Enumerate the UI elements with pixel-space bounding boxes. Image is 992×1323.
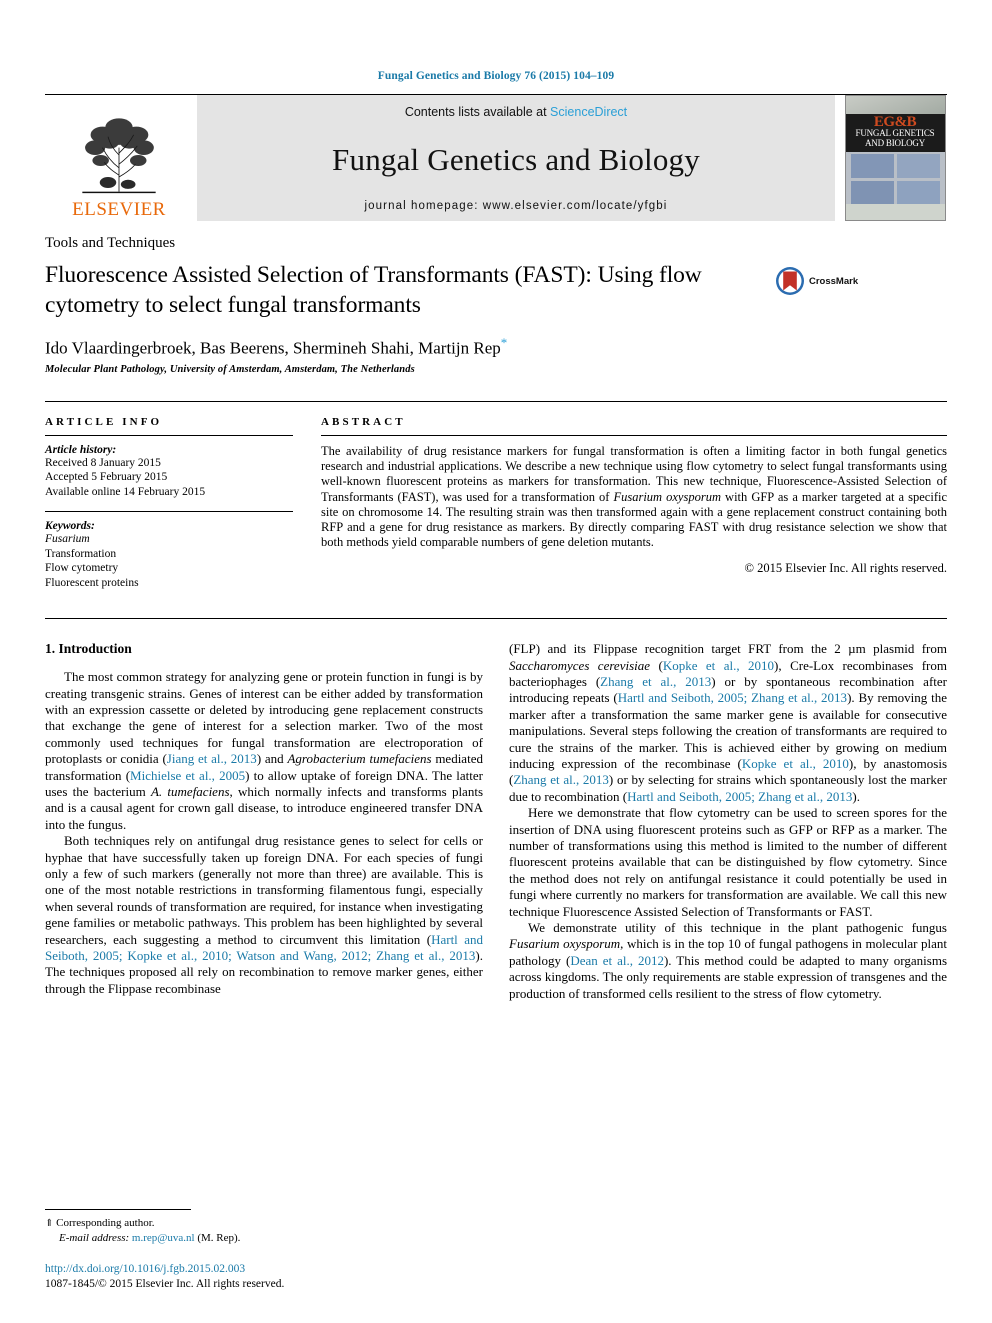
keyword-item: Flow cytometry [45,562,119,575]
corresponding-text: Corresponding author. [56,1217,155,1229]
affiliation: Molecular Plant Pathology, University of… [45,363,415,375]
doi-block: http://dx.doi.org/10.1016/j.fgb.2015.02.… [45,1262,479,1291]
text-run: We demonstrate utility of this technique… [528,920,947,936]
history-available-online: Available online 14 February 2015 [45,485,206,498]
text-run: ) and [256,751,288,767]
abstract-copyright: © 2015 Elsevier Inc. All rights reserved… [744,560,947,575]
citation-link[interactable]: Kopke et al., 2010 [663,658,774,673]
abstract-species-name: Fusarium oxysporum [613,489,721,504]
abstract-heading: ABSTRACT [321,415,406,428]
cover-title-band: EG&B FUNGAL GENETICS AND BIOLOGY [845,114,945,152]
contents-prefix: Contents lists available at [404,105,551,119]
citation-link[interactable]: Hartl and Seiboth, 2005; Zhang et al., 2… [618,690,847,705]
citation-link[interactable]: Jiang et al., 2013 [167,751,257,766]
author-list: Ido Vlaardingerbroek, Bas Beerens, Sherm… [45,335,947,359]
footnote-rule [45,1209,191,1210]
article-history-label: Article history: [45,443,117,456]
article-info-heading: ARTICLE INFO [45,415,163,428]
section-heading-introduction: 1. Introduction [45,641,132,657]
running-head: Fungal Genetics and Biology 76 (2015) 10… [377,70,615,82]
email-note: E-mail address: m.rep@uva.nl (M. Rep). [45,1231,479,1245]
footnote-area: ⇑ Corresponding author. E-mail address: … [45,1209,479,1291]
text-run: ). [852,788,860,804]
info-abstract-block: ARTICLE INFO Article history: Received 8… [45,400,947,591]
citation-link[interactable]: Zhang et al., 2013 [600,674,711,689]
corresponding-marker: ⇑ [45,1218,54,1229]
email-suffix: (M. Rep). [197,1232,241,1244]
citation-link[interactable]: Michielse et al., 2005 [130,768,245,783]
text-run: Both techniques rely on antifungal drug … [45,833,483,947]
abstract-column: ABSTRACT The availability of drug resist… [321,416,947,591]
keyword-item: Fusarium [45,533,90,546]
journal-cover-thumbnail: EG&B FUNGAL GENETICS AND BIOLOGY [844,95,946,221]
body-column-right: (FLP) and its Flippase recognition targe… [509,641,947,1002]
cover-line-2: AND BIOLOGY [864,137,926,148]
cover-image-grid [850,154,940,204]
article-page: Fungal Genetics and Biology 76 (2015) 10… [0,0,992,1323]
cover-logo-text: EG&B [873,114,917,130]
text-run: ( [650,657,663,673]
body-column-left: 1. Introduction The most common strategy… [45,641,483,1002]
title-row: Fluorescence Assisted Selection of Trans… [45,260,947,320]
citation-link[interactable]: Dean et al., 2012 [570,953,664,968]
keyword-item: Fluorescent proteins [45,576,139,589]
contents-available-line: Contents lists available at ScienceDirec… [405,105,627,119]
body-columns: 1. Introduction The most common strategy… [45,618,947,1002]
sciencedirect-link[interactable]: ScienceDirect [550,105,627,119]
email-link[interactable]: m.rep@uva.nl [132,1232,195,1244]
species-name: Saccharomyces cerevisiae [509,657,651,673]
author-names: Ido Vlaardingerbroek, Bas Beerens, Sherm… [45,338,501,358]
article-info-column: ARTICLE INFO Article history: Received 8… [45,416,293,591]
paragraph: We demonstrate utility of this technique… [509,920,947,1002]
paragraph: (FLP) and its Flippase recognition targe… [509,641,947,805]
crossmark-icon [776,267,804,295]
species-name: Agrobacterium tumefaciens [287,751,432,767]
keywords-label: Keywords: [45,520,95,533]
page-title: Fluorescence Assisted Selection of Trans… [45,262,702,318]
article-section-kicker: Tools and Techniques [45,235,176,251]
masthead-center: Contents lists available at ScienceDirec… [197,95,835,221]
journal-cover-container: EG&B FUNGAL GENETICS AND BIOLOGY [843,95,947,221]
elsevier-wordmark: ELSEVIER [72,199,166,220]
issn-copyright-line: 1087-1845/© 2015 Elsevier Inc. All right… [45,1277,285,1290]
email-label: E-mail address: [59,1232,130,1244]
publisher-logo: ELSEVIER [45,95,193,221]
citation-link[interactable]: Kopke et al., 2010 [742,756,849,771]
keyword-item: Transformation [45,547,117,560]
corresponding-author-note: ⇑ Corresponding author. [45,1216,479,1231]
citation-link[interactable]: Hartl and Seiboth, 2005; Zhang et al., 2… [627,789,852,804]
crossmark-badge[interactable]: CrossMark [775,266,858,296]
abstract-text: The availability of drug resistance mark… [321,444,947,551]
history-accepted: Accepted 5 February 2015 [45,471,168,484]
paragraph: Here we demonstrate that flow cytometry … [509,805,947,919]
species-name: A. tumefaciens [150,784,230,799]
text-run: (FLP) and its Flippase recognition targe… [509,641,947,657]
crossmark-label: CrossMark [809,275,859,287]
journal-title: Fungal Genetics and Biology [332,141,700,177]
corresponding-author-marker: * [500,335,508,350]
paragraph: The most common strategy for analyzing g… [45,669,483,833]
history-received: Received 8 January 2015 [45,456,161,469]
citation-link[interactable]: Zhang et al., 2013 [513,772,609,787]
species-name: Fusarium oxysporum [509,936,621,952]
elsevier-tree-icon [82,118,156,194]
paragraph: Both techniques rely on antifungal drug … [45,833,483,997]
doi-link[interactable]: http://dx.doi.org/10.1016/j.fgb.2015.02.… [45,1262,479,1277]
journal-homepage[interactable]: journal homepage: www.elsevier.com/locat… [365,200,668,212]
journal-masthead: ELSEVIER Contents lists available at Sci… [45,94,947,221]
